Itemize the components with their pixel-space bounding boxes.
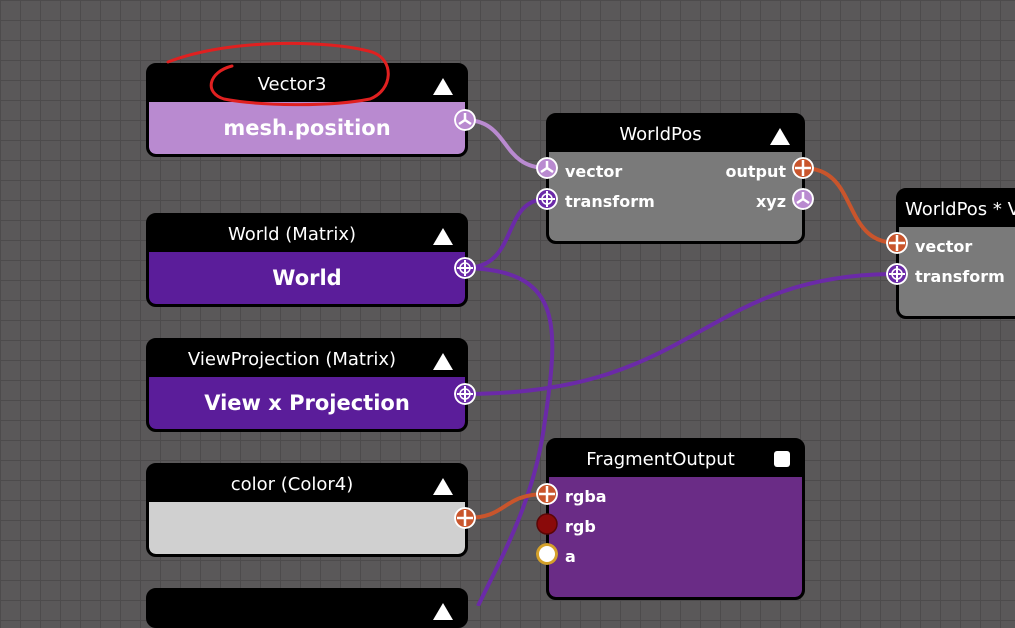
node-fragmentoutput[interactable]: FragmentOutput rgba rgb a (546, 438, 805, 600)
float-port-icon[interactable] (536, 543, 558, 565)
color-swatch[interactable] (149, 502, 465, 554)
matrix-port-icon[interactable] (536, 188, 558, 210)
node-title: World (Matrix) (227, 223, 357, 245)
node-title: ViewProjection (Matrix) (187, 348, 397, 370)
node-worldpos-times-v[interactable]: WorldPos * V vector transform (896, 188, 1015, 319)
collapse-triangle-icon[interactable] (433, 228, 453, 245)
output-label-xyz: xyz (755, 192, 786, 211)
input-label-rgb: rgb (565, 517, 596, 536)
input-label-rgba: rgba (565, 487, 607, 506)
input-label-a: a (565, 547, 576, 566)
collapse-triangle-icon[interactable] (433, 78, 453, 95)
node-header[interactable]: ViewProjection (Matrix) (149, 341, 465, 377)
output-square-icon[interactable] (774, 451, 790, 467)
node-header[interactable]: FragmentOutput (549, 441, 802, 477)
color4-port-icon[interactable] (886, 232, 908, 254)
input-label-transform: transform (915, 267, 1005, 286)
node-title: WorldPos (619, 123, 702, 145)
node-header[interactable] (149, 591, 465, 625)
node-header[interactable]: color (Color4) (149, 466, 465, 502)
color3-port-icon[interactable] (536, 513, 558, 535)
node-worldpos[interactable]: WorldPos vector transform output xyz (546, 113, 805, 244)
node-header[interactable]: WorldPos (549, 116, 802, 152)
node-viewprojection-matrix[interactable]: ViewProjection (Matrix) View x Projectio… (146, 338, 468, 432)
matrix-port-icon[interactable] (454, 257, 476, 279)
input-label-vector: vector (565, 162, 623, 181)
node-world-matrix[interactable]: World (Matrix) World (146, 213, 468, 307)
color4-port-icon[interactable] (792, 157, 814, 179)
node-title: Vector3 (257, 73, 327, 95)
collapse-triangle-icon[interactable] (433, 353, 453, 370)
node-value: View x Projection (149, 377, 465, 429)
node-value: mesh.position (149, 102, 465, 154)
node-body: rgba rgb a (549, 477, 802, 597)
wire-position-to-vector (464, 118, 548, 170)
node-body: vector transform output xyz (549, 152, 802, 241)
node-header[interactable]: World (Matrix) (149, 216, 465, 252)
wire-color-to-rgba (464, 492, 548, 520)
node-value: World (149, 252, 465, 304)
wire-viewproj-to-transform (464, 272, 898, 396)
vector3-port-icon[interactable] (536, 157, 558, 179)
node-header[interactable]: Vector3 (149, 66, 465, 102)
node-header[interactable]: WorldPos * V (899, 191, 1015, 227)
node-title: color (Color4) (230, 473, 354, 495)
node-title: FragmentOutput (586, 448, 735, 470)
node-body: vector transform (899, 227, 1015, 316)
collapse-triangle-icon[interactable] (770, 128, 790, 145)
vector3-port-icon[interactable] (454, 109, 476, 131)
node-partial[interactable] (146, 588, 468, 628)
vector3-port-icon[interactable] (792, 188, 814, 210)
wire-output-to-vector (802, 166, 898, 245)
output-label-output: output (725, 162, 786, 181)
input-label-transform: transform (565, 192, 655, 211)
collapse-triangle-icon[interactable] (433, 478, 453, 495)
node-vector3[interactable]: Vector3 mesh.position (146, 63, 468, 157)
matrix-port-icon[interactable] (454, 383, 476, 405)
color4-port-icon[interactable] (454, 507, 476, 529)
matrix-port-icon[interactable] (886, 263, 908, 285)
input-label-vector: vector (915, 237, 973, 256)
wire-world-to-transform (464, 197, 548, 270)
color4-port-icon[interactable] (536, 483, 558, 505)
node-title: WorldPos * V (905, 198, 1015, 220)
node-color4[interactable]: color (Color4) (146, 463, 468, 557)
